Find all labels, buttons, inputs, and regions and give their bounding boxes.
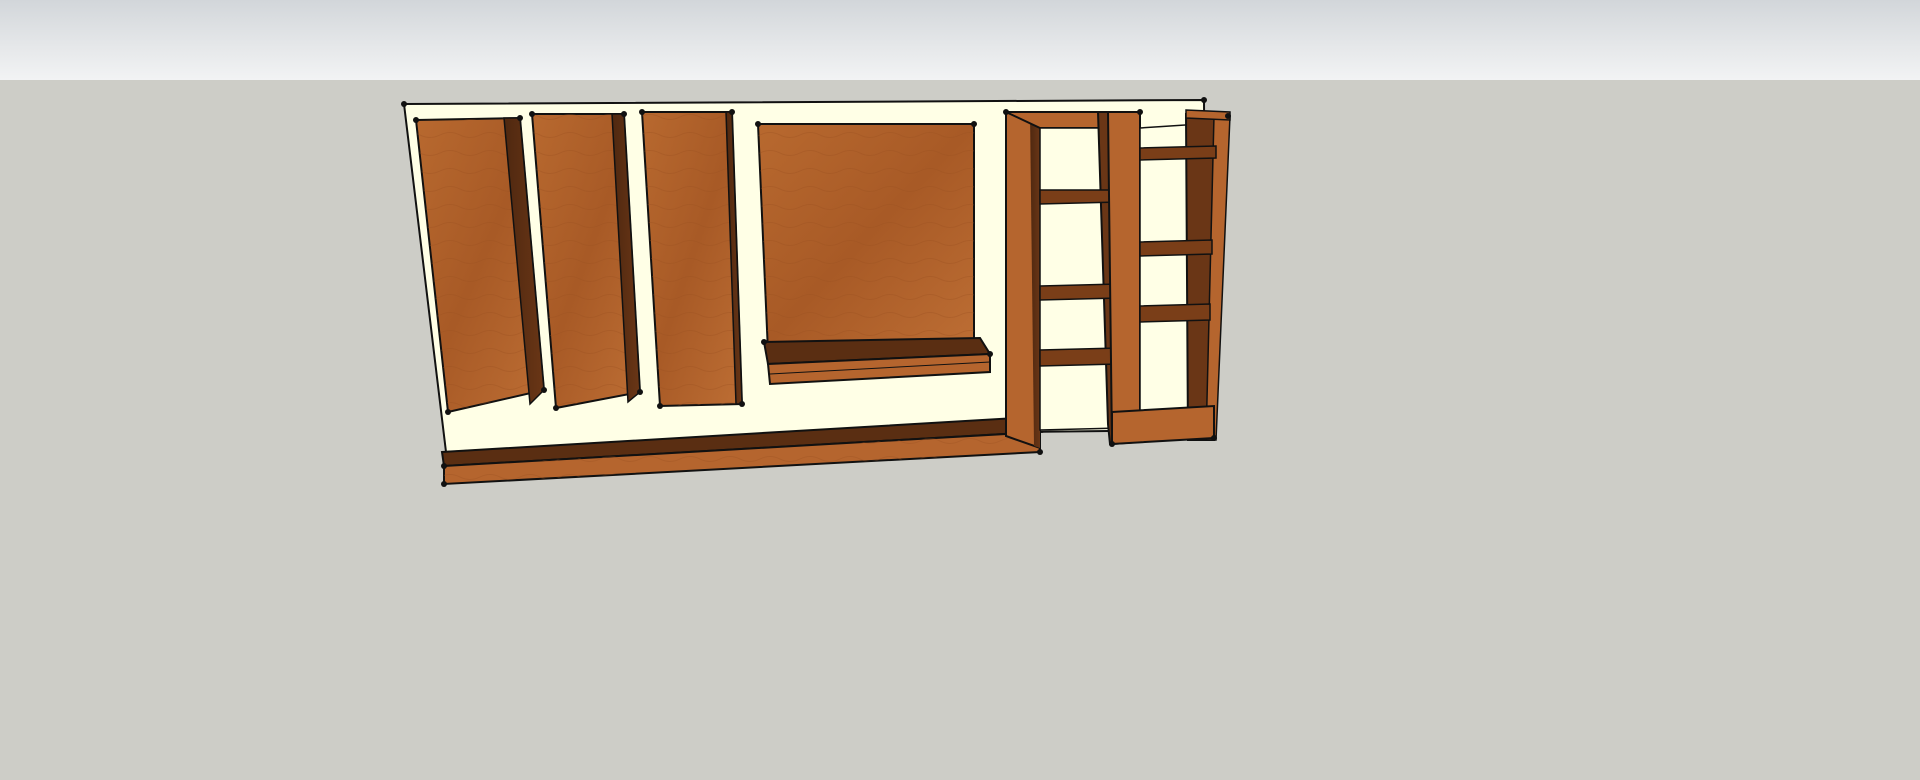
modeling-viewport[interactable] xyxy=(0,0,1920,780)
tall-cabinet-3[interactable] xyxy=(640,111,744,408)
center-panel[interactable] xyxy=(756,123,975,354)
3d-model[interactable] xyxy=(0,0,1920,780)
bookcase-right[interactable] xyxy=(1106,109,1231,446)
